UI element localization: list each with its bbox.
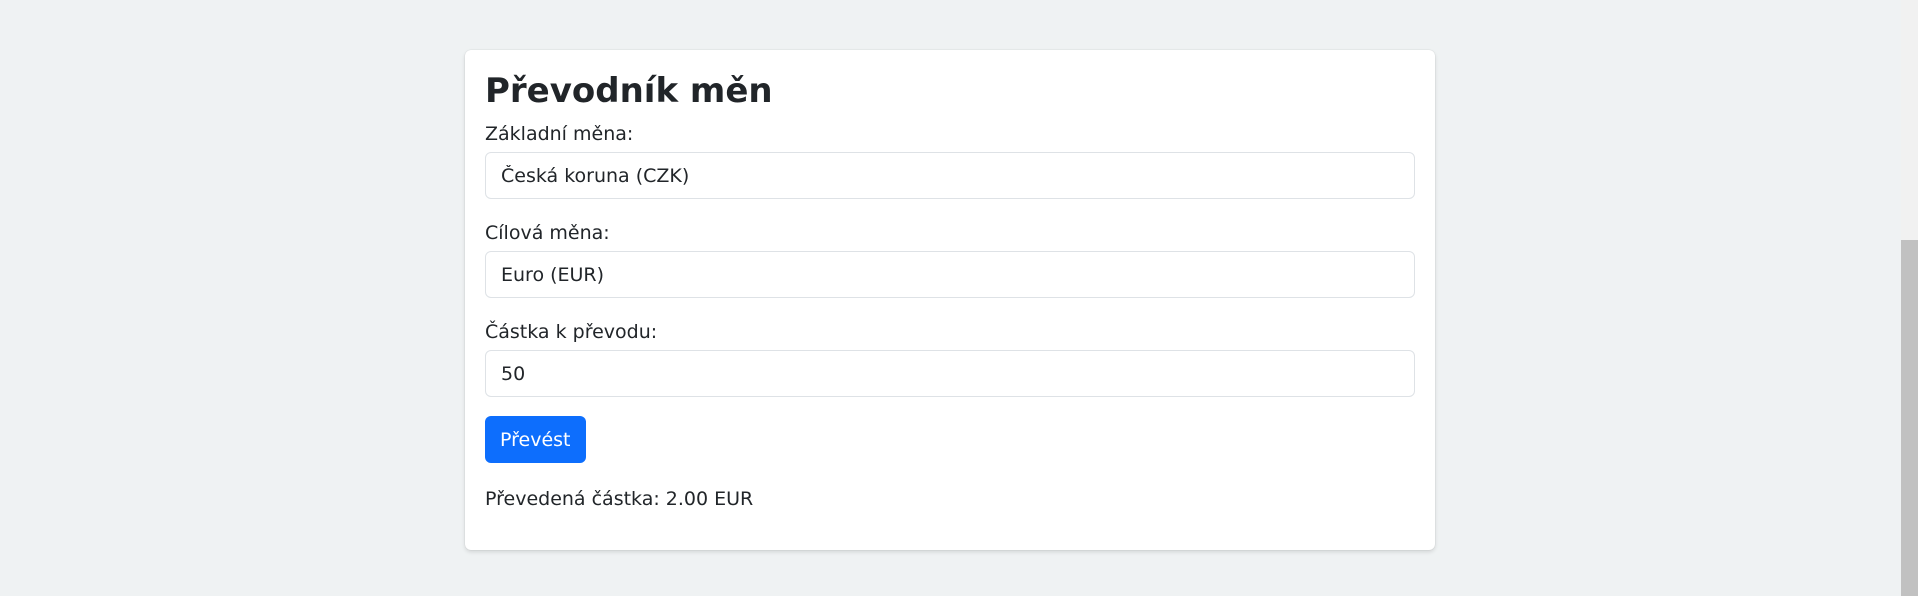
base-currency-group: Základní měna: — [485, 122, 1415, 199]
page: Převodník měn Základní měna: Cílová měna… — [0, 0, 1918, 596]
amount-group: Částka k převodu: — [485, 320, 1415, 397]
target-currency-group: Cílová měna: — [485, 221, 1415, 298]
converter-card: Převodník měn Základní měna: Cílová měna… — [465, 50, 1435, 550]
page-title: Převodník měn — [485, 71, 773, 111]
base-currency-input[interactable] — [485, 152, 1415, 199]
base-currency-label: Základní měna: — [485, 123, 634, 145]
scrollbar-thumb[interactable] — [1901, 240, 1918, 596]
target-currency-label: Cílová měna: — [485, 222, 610, 244]
converted-amount-text: Převedená částka: 2.00 EUR — [485, 488, 754, 510]
amount-input[interactable] — [485, 350, 1415, 397]
amount-label: Částka k převodu: — [485, 321, 658, 343]
target-currency-input[interactable] — [485, 251, 1415, 298]
convert-button[interactable]: Převést — [485, 416, 586, 463]
